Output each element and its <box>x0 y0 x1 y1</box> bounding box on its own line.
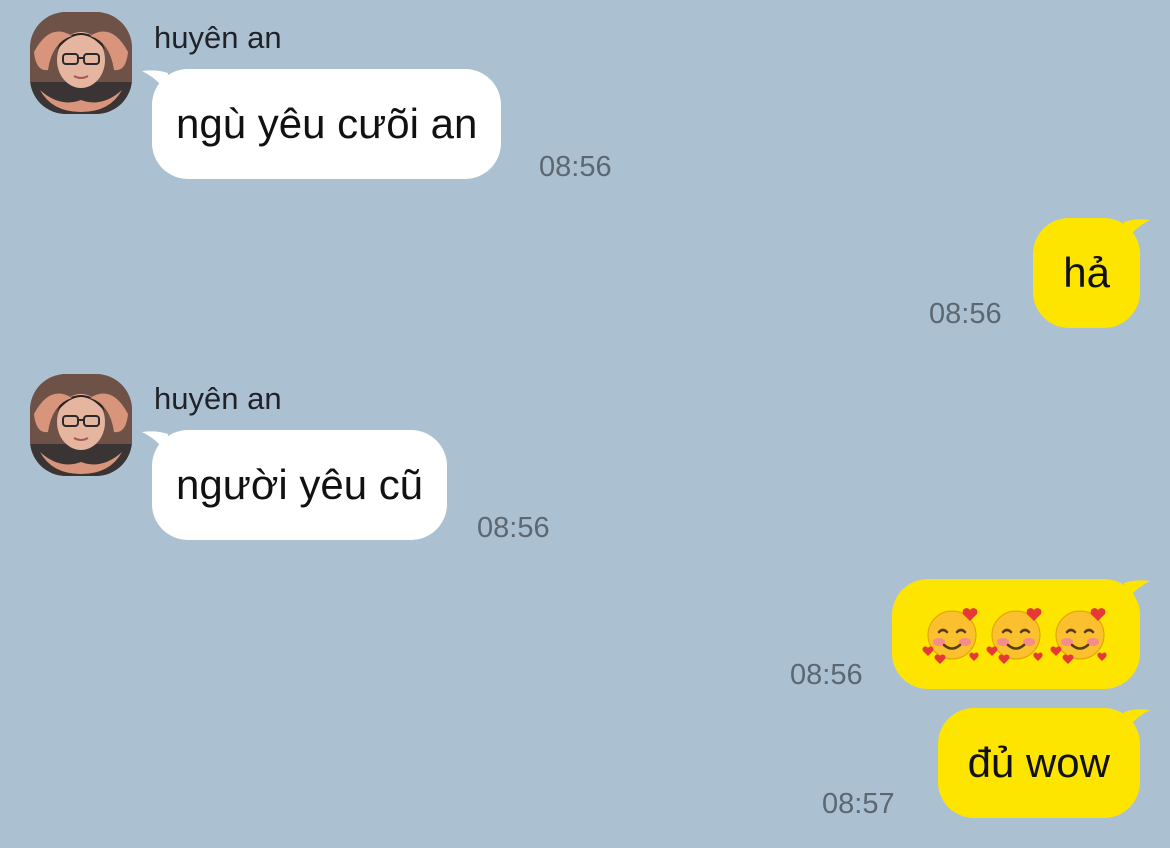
outgoing-message-bubble[interactable]: đủ wow <box>937 708 1150 818</box>
smiling-face-with-hearts-icon <box>986 604 1046 664</box>
message-timestamp: 08:57 <box>822 788 895 820</box>
incoming-message-bubble[interactable]: người yêu cũ <box>142 430 448 540</box>
sender-name: huyên an <box>154 20 282 55</box>
bubble-tail <box>142 430 168 458</box>
sender-name: huyên an <box>154 381 282 416</box>
bubble-tail <box>1124 708 1150 736</box>
bubble-tail <box>142 69 168 97</box>
bubble-tail <box>1124 218 1150 246</box>
message-text: ngù yêu cưõi an <box>176 100 478 147</box>
message-timestamp: 08:56 <box>539 151 612 183</box>
sender-avatar[interactable] <box>30 12 132 114</box>
message-text: hả <box>1063 249 1110 296</box>
message-timestamp: 08:56 <box>790 659 863 691</box>
message-text: đủ wow <box>967 739 1110 786</box>
message-timestamp: 08:56 <box>929 298 1002 330</box>
sender-avatar[interactable] <box>30 374 132 476</box>
outgoing-emoji-bubble[interactable] <box>892 579 1150 689</box>
message-timestamp: 08:56 <box>477 512 550 544</box>
incoming-message-bubble[interactable]: ngù yêu cưõi an <box>142 69 502 179</box>
outgoing-message-bubble[interactable]: hả <box>1033 218 1150 328</box>
message-text: người yêu cũ <box>176 461 424 508</box>
smiling-face-with-hearts-icon <box>1050 604 1110 664</box>
emoji-row <box>922 579 1110 689</box>
smiling-face-with-hearts-icon <box>922 604 982 664</box>
bubble-tail <box>1124 579 1150 607</box>
